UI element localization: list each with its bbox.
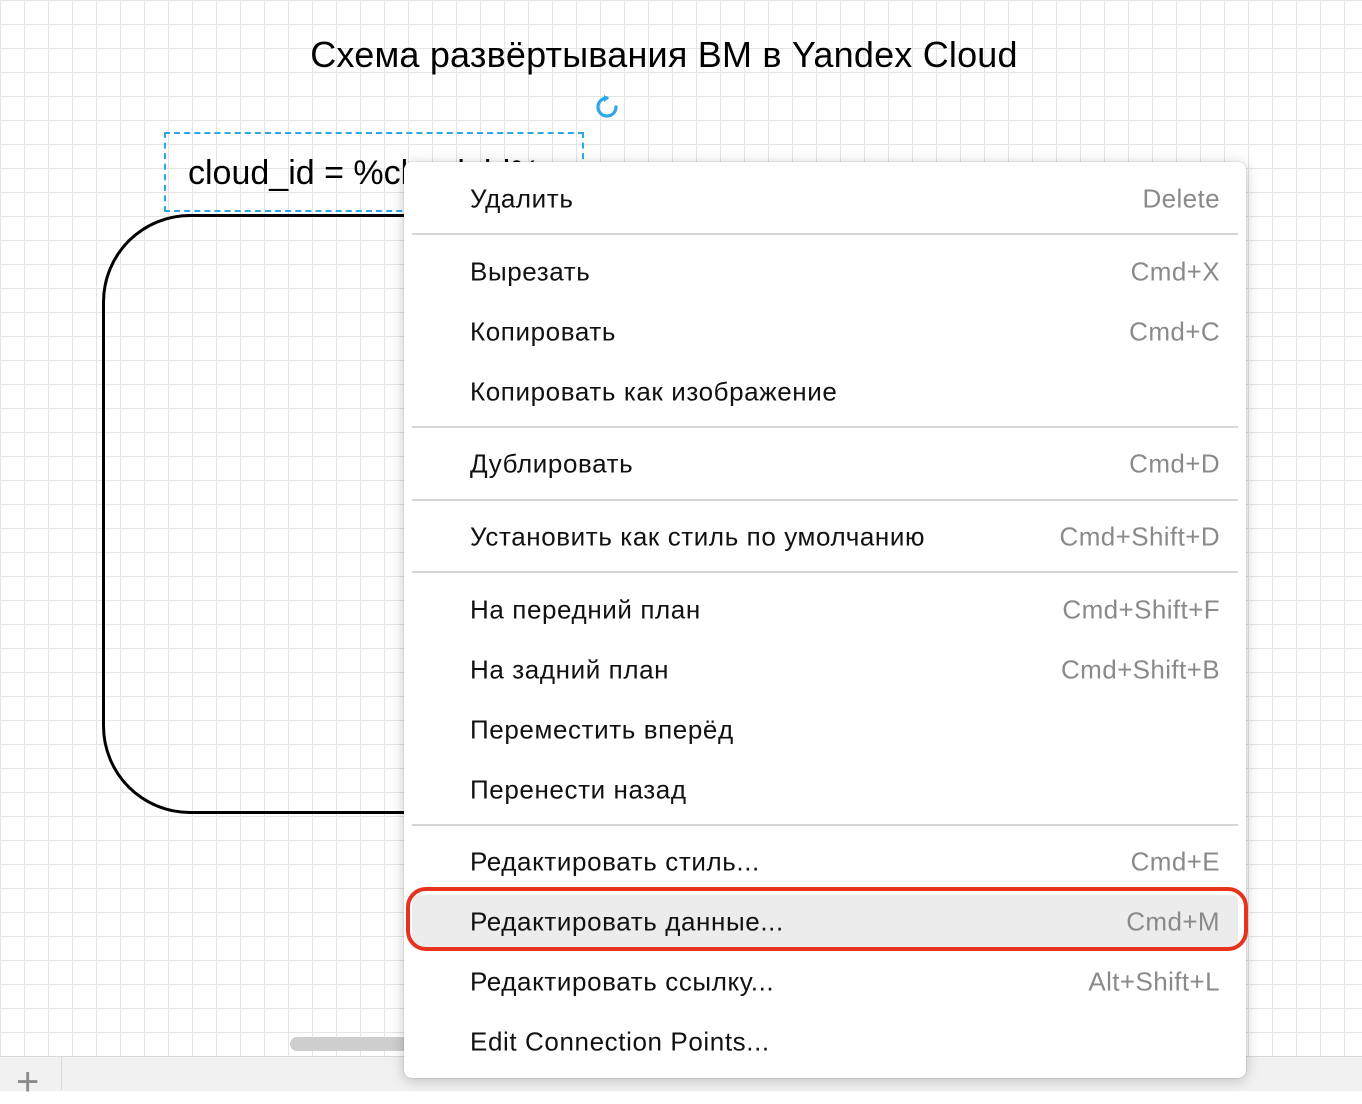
menu-item-duplicate[interactable]: Дублировать Cmd+D: [412, 437, 1238, 491]
menu-item-shortcut: Cmd+X: [1130, 256, 1220, 287]
menu-item-shortcut: Cmd+D: [1129, 448, 1220, 479]
menu-item-edit-link[interactable]: Редактировать ссылку... Alt+Shift+L: [412, 955, 1238, 1009]
menu-item-to-front[interactable]: На передний план Cmd+Shift+F: [412, 583, 1238, 637]
menu-separator: [412, 499, 1238, 501]
menu-item-label: Редактировать ссылку...: [470, 966, 775, 997]
menu-item-delete[interactable]: Удалить Delete: [412, 172, 1238, 226]
menu-item-copy[interactable]: Копировать Cmd+C: [412, 305, 1238, 359]
menu-item-label: Удалить: [470, 183, 574, 214]
plus-icon: +: [16, 1060, 40, 1104]
menu-item-send-backward[interactable]: Перенести назад: [412, 763, 1238, 817]
menu-item-label: На задний план: [470, 654, 670, 685]
menu-item-label: На передний план: [470, 594, 701, 625]
rotate-icon[interactable]: [594, 94, 620, 120]
diagram-title[interactable]: Схема развёртывания ВМ в Yandex Cloud: [0, 34, 1328, 76]
menu-item-label: Копировать: [470, 316, 616, 347]
horizontal-scrollbar[interactable]: [290, 1037, 420, 1051]
highlight-annotation: [406, 887, 1248, 951]
menu-item-to-back[interactable]: На задний план Cmd+Shift+B: [412, 643, 1238, 697]
menu-item-label: Копировать как изображение: [470, 376, 838, 407]
menu-item-shortcut: Cmd+C: [1129, 316, 1220, 347]
menu-item-shortcut: Cmd+Shift+F: [1062, 594, 1220, 625]
menu-item-edit-style[interactable]: Редактировать стиль... Cmd+E: [412, 835, 1238, 889]
menu-item-shortcut: Cmd+Shift+D: [1059, 521, 1220, 552]
menu-item-label: Переместить вперёд: [470, 714, 734, 745]
menu-item-set-default-style[interactable]: Установить как стиль по умолчанию Cmd+Sh…: [412, 510, 1238, 564]
menu-item-label: Edit Connection Points...: [470, 1026, 770, 1057]
menu-item-shortcut: Cmd+E: [1130, 846, 1220, 877]
add-page-button[interactable]: +: [0, 1056, 62, 1102]
menu-item-label: Установить как стиль по умолчанию: [470, 521, 926, 552]
menu-item-shortcut: Cmd+Shift+B: [1060, 654, 1220, 685]
menu-item-label: Перенести назад: [470, 774, 687, 805]
menu-item-label: Вырезать: [470, 256, 591, 287]
menu-separator: [412, 233, 1238, 235]
menu-item-shortcut: Alt+Shift+L: [1088, 966, 1220, 997]
menu-separator: [412, 426, 1238, 428]
menu-item-edit-connection-points[interactable]: Edit Connection Points...: [412, 1015, 1238, 1069]
menu-separator: [412, 824, 1238, 826]
menu-item-bring-forward[interactable]: Переместить вперёд: [412, 703, 1238, 757]
menu-item-label: Редактировать стиль...: [470, 846, 760, 877]
menu-item-cut[interactable]: Вырезать Cmd+X: [412, 245, 1238, 299]
menu-separator: [412, 571, 1238, 573]
menu-item-label: Дублировать: [470, 448, 634, 479]
menu-item-copy-as-image[interactable]: Копировать как изображение: [412, 365, 1238, 419]
menu-item-shortcut: Delete: [1142, 183, 1220, 214]
